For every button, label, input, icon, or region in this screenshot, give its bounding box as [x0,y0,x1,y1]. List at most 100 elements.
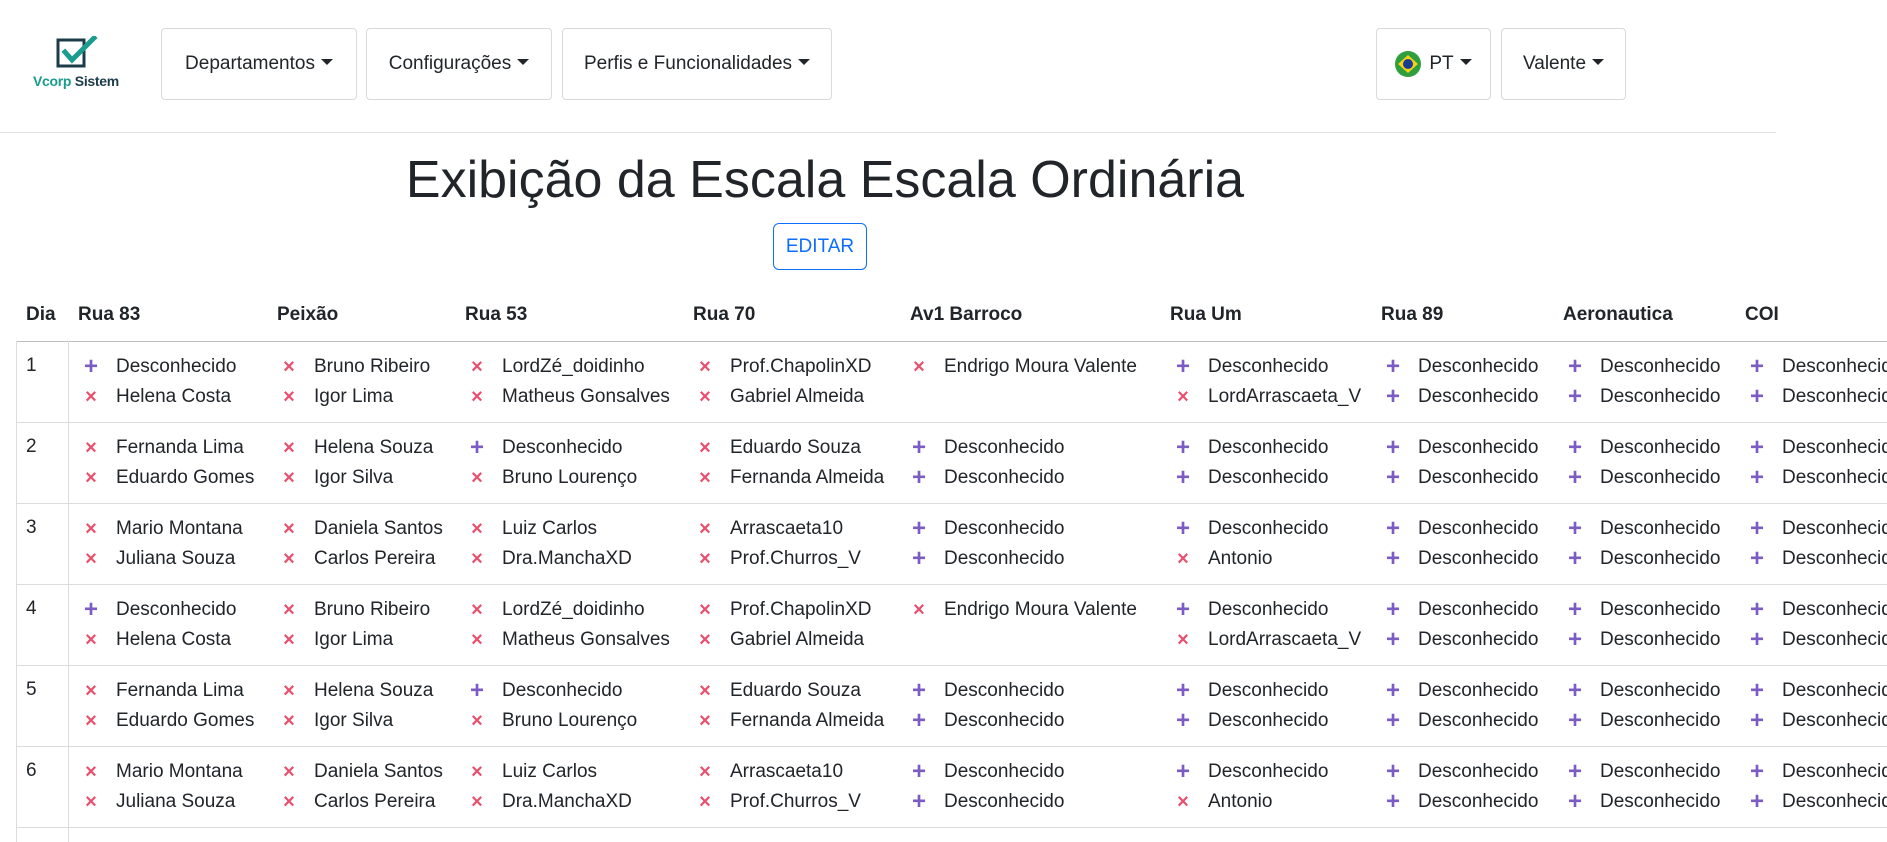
add-plus-icon[interactable]: + [1380,515,1406,543]
remove-x-icon[interactable]: × [692,386,718,409]
add-plus-icon[interactable]: + [1562,788,1588,816]
add-plus-icon[interactable]: + [1380,707,1406,735]
remove-x-icon[interactable]: × [464,386,490,409]
add-plus-icon[interactable]: + [1562,626,1588,654]
add-plus-icon[interactable]: + [1380,626,1406,654]
configuracoes-dropdown[interactable]: Configurações [366,28,552,100]
remove-x-icon[interactable]: × [276,356,302,379]
add-plus-icon[interactable]: + [1170,758,1196,786]
remove-x-icon[interactable]: × [464,710,490,733]
remove-x-icon[interactable]: × [692,467,718,490]
add-plus-icon[interactable]: + [1170,677,1196,705]
remove-x-icon[interactable]: × [78,629,104,652]
add-plus-icon[interactable]: + [1380,464,1406,492]
add-plus-icon[interactable]: + [1744,353,1770,381]
add-plus-icon[interactable]: + [1562,596,1588,624]
remove-x-icon[interactable]: × [78,437,104,460]
language-dropdown[interactable]: PT [1376,28,1491,100]
remove-x-icon[interactable]: × [692,548,718,571]
add-plus-icon[interactable]: + [1744,626,1770,654]
remove-x-icon[interactable]: × [692,791,718,814]
remove-x-icon[interactable]: × [276,437,302,460]
remove-x-icon[interactable]: × [692,761,718,784]
remove-x-icon[interactable]: × [78,680,104,703]
remove-x-icon[interactable]: × [464,791,490,814]
add-plus-icon[interactable]: + [1170,434,1196,462]
remove-x-icon[interactable]: × [276,386,302,409]
remove-x-icon[interactable]: × [464,356,490,379]
remove-x-icon[interactable]: × [692,437,718,460]
remove-x-icon[interactable]: × [276,791,302,814]
add-plus-icon[interactable]: + [1744,464,1770,492]
remove-x-icon[interactable]: × [1170,386,1196,409]
add-plus-icon[interactable]: + [1380,677,1406,705]
add-plus-icon[interactable]: + [1380,788,1406,816]
remove-x-icon[interactable]: × [464,518,490,541]
remove-x-icon[interactable]: × [276,518,302,541]
remove-x-icon[interactable]: × [78,467,104,490]
remove-x-icon[interactable]: × [464,629,490,652]
add-plus-icon[interactable]: + [1562,464,1588,492]
add-plus-icon[interactable]: + [1380,353,1406,381]
add-plus-icon[interactable]: + [906,464,932,492]
remove-x-icon[interactable]: × [464,761,490,784]
remove-x-icon[interactable]: × [1170,548,1196,571]
add-plus-icon[interactable]: + [1744,545,1770,573]
add-plus-icon[interactable]: + [1562,677,1588,705]
add-plus-icon[interactable]: + [464,434,490,462]
add-plus-icon[interactable]: + [1744,677,1770,705]
add-plus-icon[interactable]: + [1380,596,1406,624]
add-plus-icon[interactable]: + [1170,596,1196,624]
remove-x-icon[interactable]: × [906,599,932,622]
remove-x-icon[interactable]: × [78,791,104,814]
perfis-dropdown[interactable]: Perfis e Funcionalidades [562,28,832,100]
add-plus-icon[interactable]: + [906,515,932,543]
add-plus-icon[interactable]: + [906,434,932,462]
add-plus-icon[interactable]: + [1170,515,1196,543]
add-plus-icon[interactable]: + [906,788,932,816]
add-plus-icon[interactable]: + [1562,434,1588,462]
remove-x-icon[interactable]: × [78,761,104,784]
add-plus-icon[interactable]: + [78,353,104,381]
remove-x-icon[interactable]: × [906,356,932,379]
remove-x-icon[interactable]: × [276,548,302,571]
add-plus-icon[interactable]: + [464,677,490,705]
add-plus-icon[interactable]: + [1744,596,1770,624]
add-plus-icon[interactable]: + [1562,545,1588,573]
add-plus-icon[interactable]: + [1170,707,1196,735]
add-plus-icon[interactable]: + [906,545,932,573]
remove-x-icon[interactable]: × [464,467,490,490]
add-plus-icon[interactable]: + [1562,758,1588,786]
add-plus-icon[interactable]: + [1744,383,1770,411]
vcorp-logo[interactable]: Vcorp Sistem [30,36,130,96]
remove-x-icon[interactable]: × [78,518,104,541]
remove-x-icon[interactable]: × [78,386,104,409]
add-plus-icon[interactable]: + [1170,353,1196,381]
add-plus-icon[interactable]: + [1380,758,1406,786]
remove-x-icon[interactable]: × [276,599,302,622]
remove-x-icon[interactable]: × [692,356,718,379]
add-plus-icon[interactable]: + [1744,758,1770,786]
add-plus-icon[interactable]: + [1562,383,1588,411]
remove-x-icon[interactable]: × [276,467,302,490]
remove-x-icon[interactable]: × [692,710,718,733]
remove-x-icon[interactable]: × [692,599,718,622]
add-plus-icon[interactable]: + [1380,545,1406,573]
remove-x-icon[interactable]: × [276,629,302,652]
remove-x-icon[interactable]: × [276,710,302,733]
remove-x-icon[interactable]: × [464,599,490,622]
remove-x-icon[interactable]: × [692,680,718,703]
remove-x-icon[interactable]: × [78,548,104,571]
add-plus-icon[interactable]: + [906,677,932,705]
remove-x-icon[interactable]: × [276,761,302,784]
remove-x-icon[interactable]: × [692,518,718,541]
add-plus-icon[interactable]: + [906,707,932,735]
add-plus-icon[interactable]: + [78,596,104,624]
departamentos-dropdown[interactable]: Departamentos [161,28,357,100]
add-plus-icon[interactable]: + [1744,788,1770,816]
remove-x-icon[interactable]: × [276,680,302,703]
add-plus-icon[interactable]: + [1562,515,1588,543]
user-dropdown[interactable]: Valente [1501,28,1626,100]
add-plus-icon[interactable]: + [1562,353,1588,381]
add-plus-icon[interactable]: + [1744,434,1770,462]
